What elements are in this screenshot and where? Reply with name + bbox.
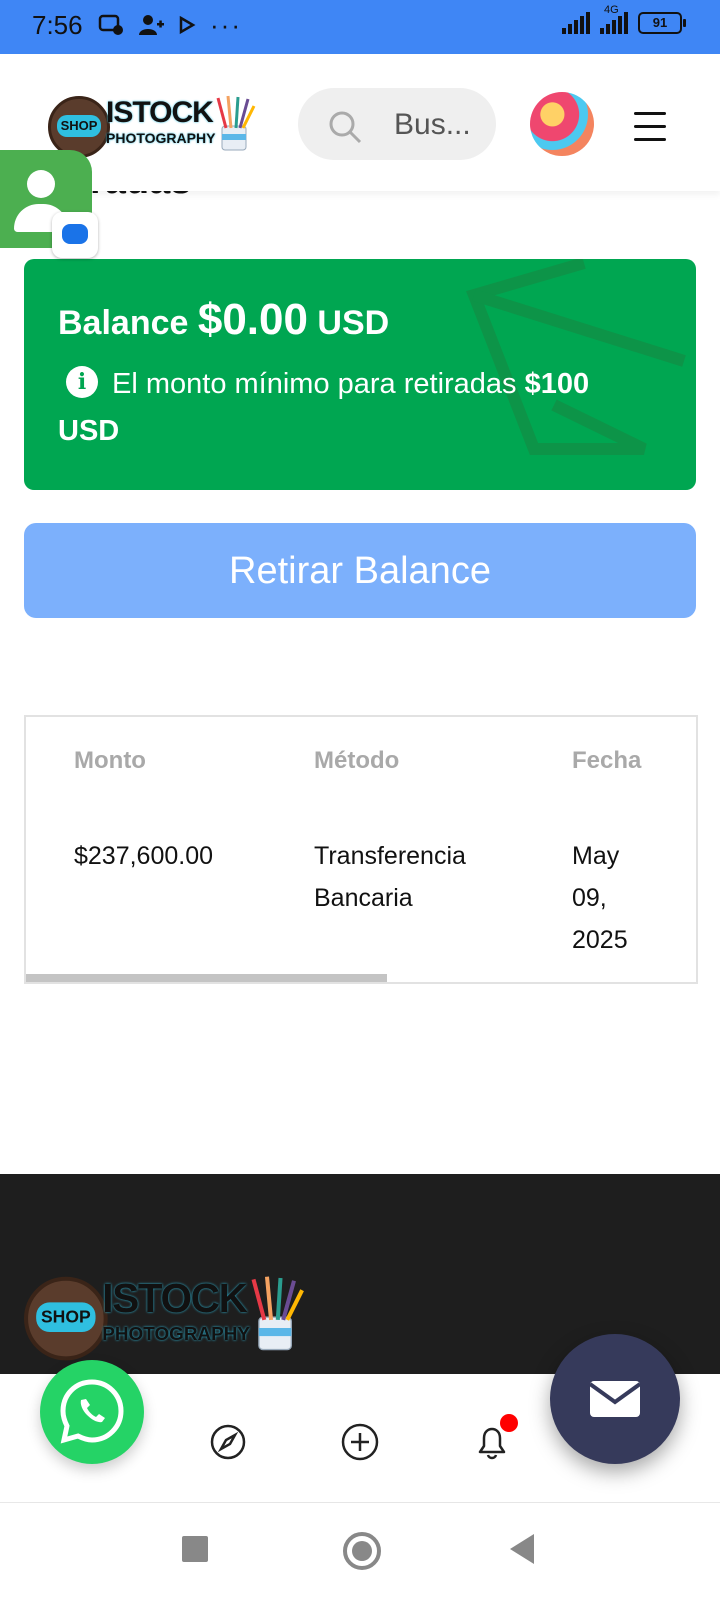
user-avatar[interactable] bbox=[530, 92, 594, 156]
column-header-metodo: Método bbox=[314, 747, 400, 774]
chat-notification-icon bbox=[98, 14, 123, 35]
footer-logo-badge: SHOP bbox=[24, 1276, 108, 1361]
notification-badge-dot bbox=[500, 1414, 518, 1432]
whatsapp-chat-button[interactable] bbox=[40, 1360, 144, 1464]
minimum-text: El monto mínimo para retiradas bbox=[112, 368, 517, 400]
column-header-monto: Monto bbox=[74, 747, 146, 774]
play-store-icon bbox=[179, 15, 196, 35]
paint-brushes-icon bbox=[216, 95, 256, 151]
explore-compass-icon[interactable] bbox=[208, 1422, 248, 1462]
cell-metodo: Transferencia Bancaria bbox=[314, 842, 466, 912]
minimum-withdrawal-note: i El monto mínimo para retiradas $100 USD bbox=[58, 361, 658, 455]
cell-fecha: May 09, 2025 bbox=[572, 842, 628, 954]
home-icon[interactable] bbox=[343, 1532, 381, 1570]
balance-card: Balance $0.00 USD i El monto mínimo para … bbox=[24, 259, 696, 490]
messages-icon bbox=[52, 212, 98, 258]
whatsapp-icon bbox=[60, 1379, 124, 1444]
signal-icon bbox=[562, 12, 590, 34]
minimum-amount: $100 bbox=[524, 368, 590, 400]
mail-contact-button[interactable] bbox=[550, 1334, 680, 1464]
envelope-icon bbox=[588, 1381, 642, 1417]
status-time: 7:56 bbox=[32, 10, 83, 40]
balance-label: Balance bbox=[58, 304, 189, 342]
search-placeholder: Bus... bbox=[394, 108, 471, 141]
notification-icons: ··· bbox=[98, 10, 242, 40]
status-bar: 7:56 ··· 4G 91 bbox=[0, 0, 720, 54]
info-icon: i bbox=[66, 366, 98, 399]
balance-line: Balance $0.00 USD bbox=[58, 295, 389, 345]
footer-paint-brushes-icon bbox=[251, 1276, 304, 1351]
minimum-currency: USD bbox=[58, 415, 120, 447]
footer-logo-word-photography: PHOTOGRAPHY bbox=[102, 1322, 251, 1345]
balance-amount: $0.00 bbox=[197, 295, 308, 344]
horizontal-scrollbar[interactable] bbox=[26, 974, 387, 982]
contacts-bubble-icon[interactable] bbox=[0, 150, 98, 258]
footer-logo-word-istock: ISTOCK bbox=[102, 1276, 248, 1322]
status-right: 4G 91 bbox=[562, 4, 686, 34]
hamburger-menu-icon[interactable] bbox=[634, 112, 666, 151]
search-icon bbox=[329, 111, 362, 144]
withdraw-balance-button[interactable]: Retirar Balance bbox=[24, 523, 696, 618]
system-navigation-bar bbox=[0, 1504, 720, 1600]
battery-icon: 91 bbox=[638, 12, 686, 34]
logo-word-istock: ISTOCK bbox=[106, 96, 214, 129]
notifications-bell-icon[interactable] bbox=[472, 1414, 518, 1462]
more-notifications-icon: ··· bbox=[210, 10, 242, 40]
logo-word-photography: PHOTOGRAPHY bbox=[106, 130, 216, 146]
signal-4g-icon: 4G bbox=[600, 4, 628, 34]
recent-apps-icon[interactable] bbox=[182, 1536, 208, 1562]
add-circle-icon[interactable] bbox=[340, 1422, 380, 1462]
balance-currency: USD bbox=[317, 304, 390, 342]
withdrawals-table[interactable]: Monto Método Fecha $237,600.00 Transfere… bbox=[24, 715, 698, 984]
footer-logo[interactable]: SHOP ISTOCK PHOTOGRAPHY bbox=[24, 1274, 308, 1361]
back-icon[interactable] bbox=[510, 1534, 534, 1564]
logo-badge: SHOP bbox=[48, 96, 110, 158]
cell-monto: $237,600.00 bbox=[74, 842, 214, 870]
column-header-fecha: Fecha bbox=[572, 747, 642, 774]
site-logo[interactable]: SHOP ISTOCK PHOTOGRAPHY bbox=[48, 94, 258, 158]
site-header: SHOP ISTOCK PHOTOGRAPHY Bus... bbox=[0, 54, 720, 191]
search-box[interactable]: Bus... bbox=[298, 88, 496, 160]
bottom-divider bbox=[30, 1502, 690, 1503]
person-add-icon bbox=[139, 15, 164, 35]
